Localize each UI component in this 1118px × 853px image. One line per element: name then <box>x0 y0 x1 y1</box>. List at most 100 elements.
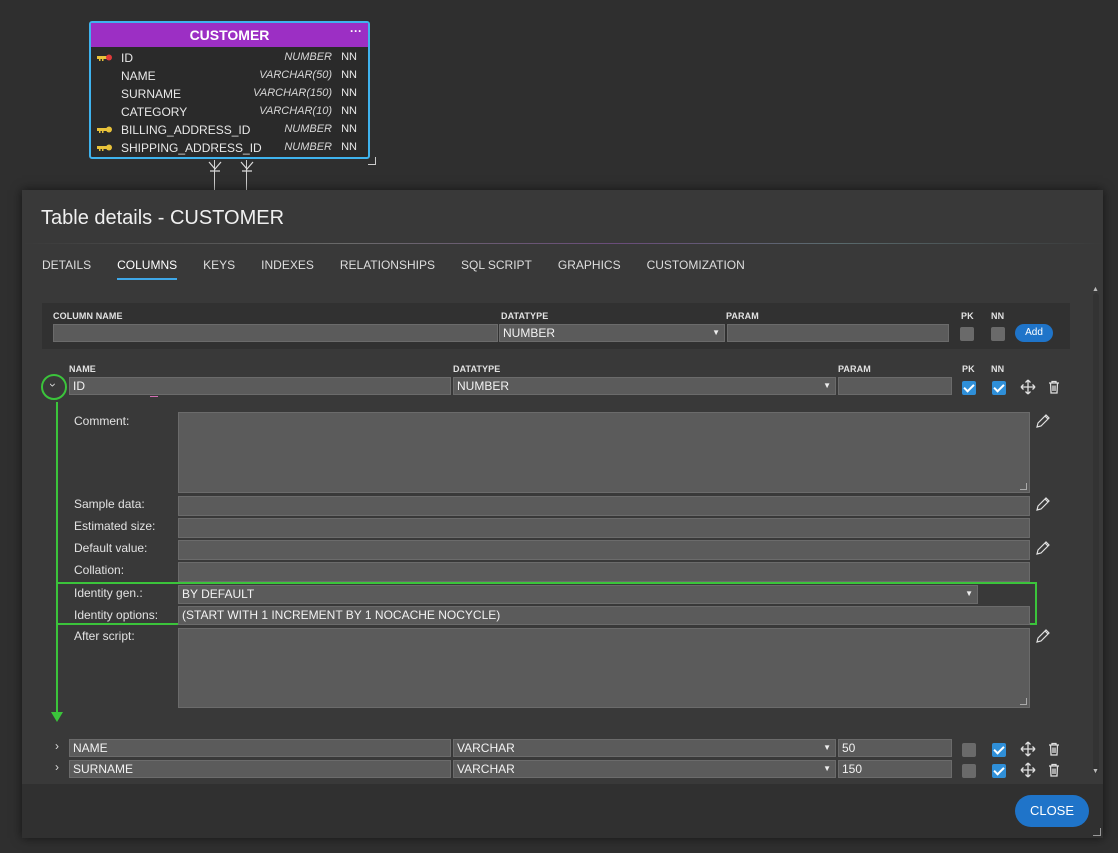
resize-grip-icon[interactable] <box>1020 698 1027 705</box>
tab-sql-script[interactable]: SQL SCRIPT <box>461 258 532 280</box>
column-datatype-select[interactable]: VARCHAR ▼ <box>453 760 836 778</box>
edit-pencil-icon[interactable] <box>1035 540 1051 556</box>
move-icon[interactable] <box>1020 762 1036 778</box>
entity-column-row[interactable]: CATEGORY VARCHAR(10) NN <box>91 103 368 121</box>
tab-indexes[interactable]: INDEXES <box>261 258 314 280</box>
edit-pencil-icon[interactable] <box>1035 496 1051 512</box>
column-name-value: ID <box>73 379 85 393</box>
after-script-textarea[interactable] <box>178 628 1030 708</box>
expand-highlight <box>41 374 67 400</box>
chevron-right-icon[interactable]: › <box>55 739 59 753</box>
entity-resize-handle[interactable] <box>368 157 376 165</box>
column-nn-checkbox[interactable] <box>992 381 1006 395</box>
entity-column-nn: NN <box>341 51 357 63</box>
column-nn-checkbox[interactable] <box>992 764 1006 778</box>
comment-textarea[interactable] <box>178 412 1030 493</box>
column-param-value: 50 <box>842 741 856 755</box>
new-column-datatype-select[interactable]: NUMBER ▼ <box>499 324 725 342</box>
resize-grip-icon[interactable] <box>1020 483 1027 490</box>
entity-column-name: NAME <box>121 69 156 83</box>
column-param-input[interactable]: 50 <box>838 739 952 757</box>
tab-keys[interactable]: KEYS <box>203 258 235 280</box>
add-column-button[interactable]: Add <box>1015 324 1053 342</box>
after-script-label: After script: <box>74 629 135 643</box>
entity-column-type: NUMBER <box>284 141 332 153</box>
entity-column-row[interactable]: ID NUMBER NN <box>91 49 368 67</box>
entity-column-name: ID <box>121 51 133 65</box>
column-datatype-select[interactable]: VARCHAR ▼ <box>453 739 836 757</box>
trash-icon[interactable] <box>1046 379 1062 395</box>
new-column-nn-checkbox[interactable] <box>991 327 1005 341</box>
edit-pencil-icon[interactable] <box>1035 628 1051 644</box>
new-column-pk-checkbox[interactable] <box>960 327 974 341</box>
identity-gen-select[interactable]: BY DEFAULT ▼ <box>178 585 978 604</box>
pk-header: PK <box>961 311 974 321</box>
default-value-label: Default value: <box>74 541 148 555</box>
column-datatype-value: NUMBER <box>457 379 510 393</box>
column-pk-checkbox[interactable] <box>962 764 976 778</box>
crowfoot-icon <box>208 161 222 172</box>
dropdown-arrow-icon: ▼ <box>823 381 831 390</box>
grid-name-header: NAME <box>69 364 96 374</box>
table-details-dialog: Table details - CUSTOMER DETAILS COLUMNS… <box>22 190 1103 838</box>
tab-relationships[interactable]: RELATIONSHIPS <box>340 258 435 280</box>
entity-column-type: NUMBER <box>284 123 332 135</box>
collation-input[interactable] <box>178 562 1030 582</box>
tab-columns[interactable]: COLUMNS <box>117 258 178 280</box>
entity-column-row[interactable]: SURNAME VARCHAR(150) NN <box>91 85 368 103</box>
column-name-header: COLUMN NAME <box>53 311 123 321</box>
crowfoot-icon <box>240 161 254 172</box>
column-name-input[interactable]: NAME <box>69 739 451 757</box>
estimated-size-input[interactable] <box>178 518 1030 538</box>
scrollbar-thumb[interactable] <box>1093 293 1099 773</box>
edit-pencil-icon[interactable] <box>1035 413 1051 429</box>
tab-bar: DETAILS COLUMNS KEYS INDEXES RELATIONSHI… <box>42 258 771 280</box>
sample-data-input[interactable] <box>178 496 1030 516</box>
entity-column-nn: NN <box>341 87 357 99</box>
identity-gen-label: Identity gen.: <box>74 586 143 600</box>
entity-column-row[interactable]: BILLING_ADDRESS_ID NUMBER NN <box>91 121 368 139</box>
nn-header: NN <box>991 311 1005 321</box>
identity-options-input[interactable]: (START WITH 1 INCREMENT BY 1 NOCACHE NOC… <box>178 606 1030 625</box>
dialog-resize-handle[interactable] <box>1093 828 1101 836</box>
tab-graphics[interactable]: GRAPHICS <box>558 258 621 280</box>
move-icon[interactable] <box>1020 741 1036 757</box>
fk-key-icon <box>97 144 112 151</box>
dropdown-arrow-icon: ▼ <box>823 764 831 773</box>
entity-column-row[interactable]: SHIPPING_ADDRESS_ID NUMBER NN <box>91 139 368 157</box>
column-name-input[interactable]: SURNAME <box>69 760 451 778</box>
entity-column-nn: NN <box>341 69 357 81</box>
collation-label: Collation: <box>74 563 125 577</box>
grid-datatype-header: DATATYPE <box>453 364 501 374</box>
scroll-up-icon[interactable]: ▲ <box>1092 286 1099 293</box>
entity-header[interactable]: CUSTOMER ··· <box>91 23 368 47</box>
chevron-right-icon[interactable]: › <box>55 760 59 774</box>
chevron-down-icon[interactable]: › <box>46 383 60 387</box>
entity-column-type: NUMBER <box>284 51 332 63</box>
column-param-input[interactable] <box>838 377 952 395</box>
scroll-down-icon[interactable]: ▼ <box>1092 768 1099 775</box>
vertical-scrollbar[interactable]: ▲ ▼ <box>1092 286 1099 780</box>
trash-icon[interactable] <box>1046 741 1062 757</box>
pk-key-icon <box>97 54 112 61</box>
trash-icon[interactable] <box>1046 762 1062 778</box>
column-pk-checkbox[interactable] <box>962 743 976 757</box>
column-param-input[interactable]: 150 <box>838 760 952 778</box>
entity-column-name: SURNAME <box>121 87 182 101</box>
column-datatype-select[interactable]: NUMBER ▼ <box>453 377 836 395</box>
new-column-name-input[interactable] <box>53 324 498 342</box>
customer-entity[interactable]: CUSTOMER ··· ID NUMBER NN NAME VARCHAR(5… <box>89 21 370 159</box>
column-name-input[interactable]: ID <box>69 377 451 395</box>
move-icon[interactable] <box>1020 379 1036 395</box>
column-nn-checkbox[interactable] <box>992 743 1006 757</box>
entity-column-nn: NN <box>341 105 357 117</box>
entity-menu-icon[interactable]: ··· <box>350 24 362 38</box>
tab-details[interactable]: DETAILS <box>42 258 91 280</box>
column-pk-checkbox[interactable] <box>962 381 976 395</box>
entity-column-row[interactable]: NAME VARCHAR(50) NN <box>91 67 368 85</box>
close-button[interactable]: CLOSE <box>1015 795 1089 827</box>
new-column-param-input[interactable] <box>727 324 949 342</box>
default-value-input[interactable] <box>178 540 1030 560</box>
column-datatype-value: VARCHAR <box>457 741 515 755</box>
tab-customization[interactable]: CUSTOMIZATION <box>647 258 745 280</box>
